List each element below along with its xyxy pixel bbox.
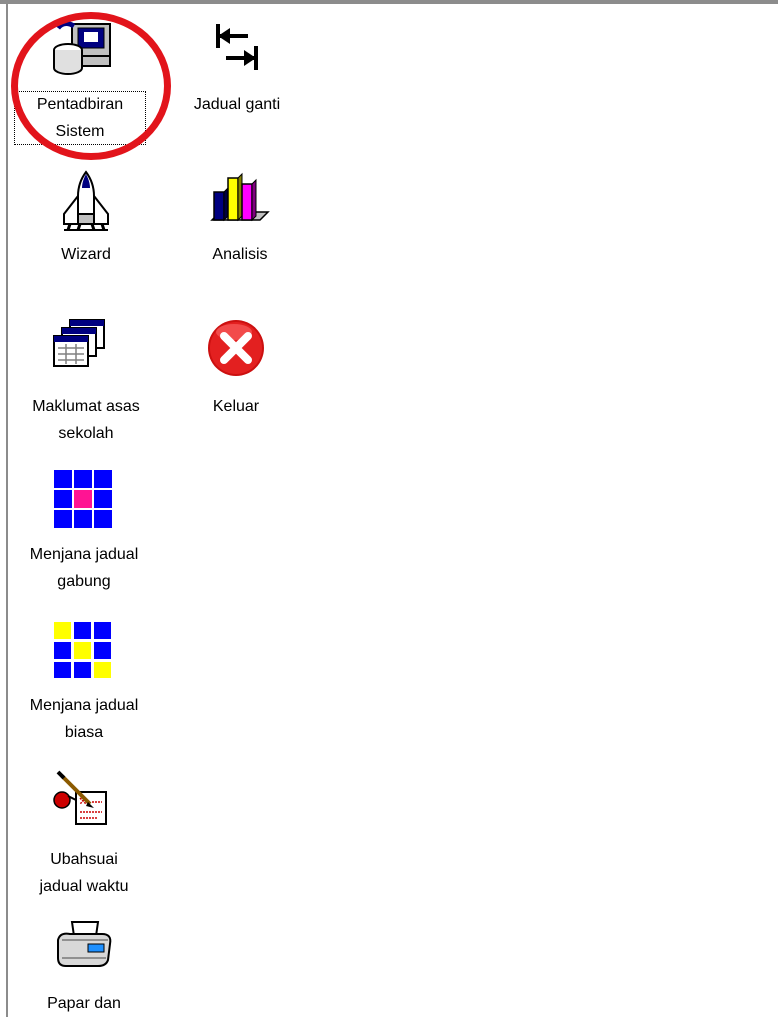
desktop-icon-jadual-ganti[interactable]: Jadual ganti bbox=[172, 14, 302, 124]
icon-label: Maklumat asas sekolah bbox=[32, 398, 140, 442]
desktop-icon-menjana-jadual-gabung[interactable]: Menjana jadual gabung bbox=[10, 470, 158, 606]
bar-chart-icon bbox=[210, 172, 270, 222]
desktop-icon-analisis[interactable]: Analisis bbox=[178, 170, 302, 270]
space-shuttle-icon bbox=[63, 170, 109, 231]
desktop-icon-wizard[interactable]: Wizard bbox=[14, 170, 158, 270]
exit-x-icon bbox=[208, 320, 264, 376]
printer-icon bbox=[57, 921, 112, 967]
blue-grid-icon bbox=[54, 470, 112, 528]
window-top-border bbox=[0, 0, 778, 4]
icon-label: Wizard bbox=[61, 246, 111, 263]
yellow-blue-grid-icon bbox=[54, 622, 111, 678]
swap-arrows-icon bbox=[216, 24, 258, 70]
desktop-icon-maklumat-asas-sekolah[interactable]: Maklumat asas sekolah bbox=[14, 318, 158, 454]
desktop-icon-menjana-jadual-biasa[interactable]: Menjana jadual biasa bbox=[10, 622, 158, 758]
desktop-icon-keluar[interactable]: Keluar bbox=[178, 318, 294, 418]
pen-document-icon bbox=[53, 770, 107, 825]
icon-label: Keluar bbox=[212, 398, 260, 415]
window-left-border bbox=[6, 4, 8, 1017]
icon-label: Analisis bbox=[212, 246, 268, 263]
desktop-icon-papar-dan[interactable]: Papar dan bbox=[10, 918, 158, 1017]
icon-label: Jadual ganti bbox=[193, 96, 281, 113]
icon-label: Ubahsuai jadual waktu bbox=[39, 851, 129, 895]
icon-label: Pentadbiran Sistem bbox=[14, 91, 146, 145]
desktop-icon-pentadbiran-sistem[interactable]: Pentadbiran Sistem bbox=[14, 14, 146, 150]
icon-label: Menjana jadual gabung bbox=[29, 546, 139, 590]
computer-database-icon bbox=[53, 20, 111, 75]
desktop-icon-ubahsuai-jadual-waktu[interactable]: Ubahsuai jadual waktu bbox=[10, 770, 158, 910]
icon-label: Menjana jadual biasa bbox=[29, 697, 139, 741]
icon-label: Papar dan bbox=[47, 995, 121, 1012]
stacked-windows-icon bbox=[53, 319, 105, 367]
